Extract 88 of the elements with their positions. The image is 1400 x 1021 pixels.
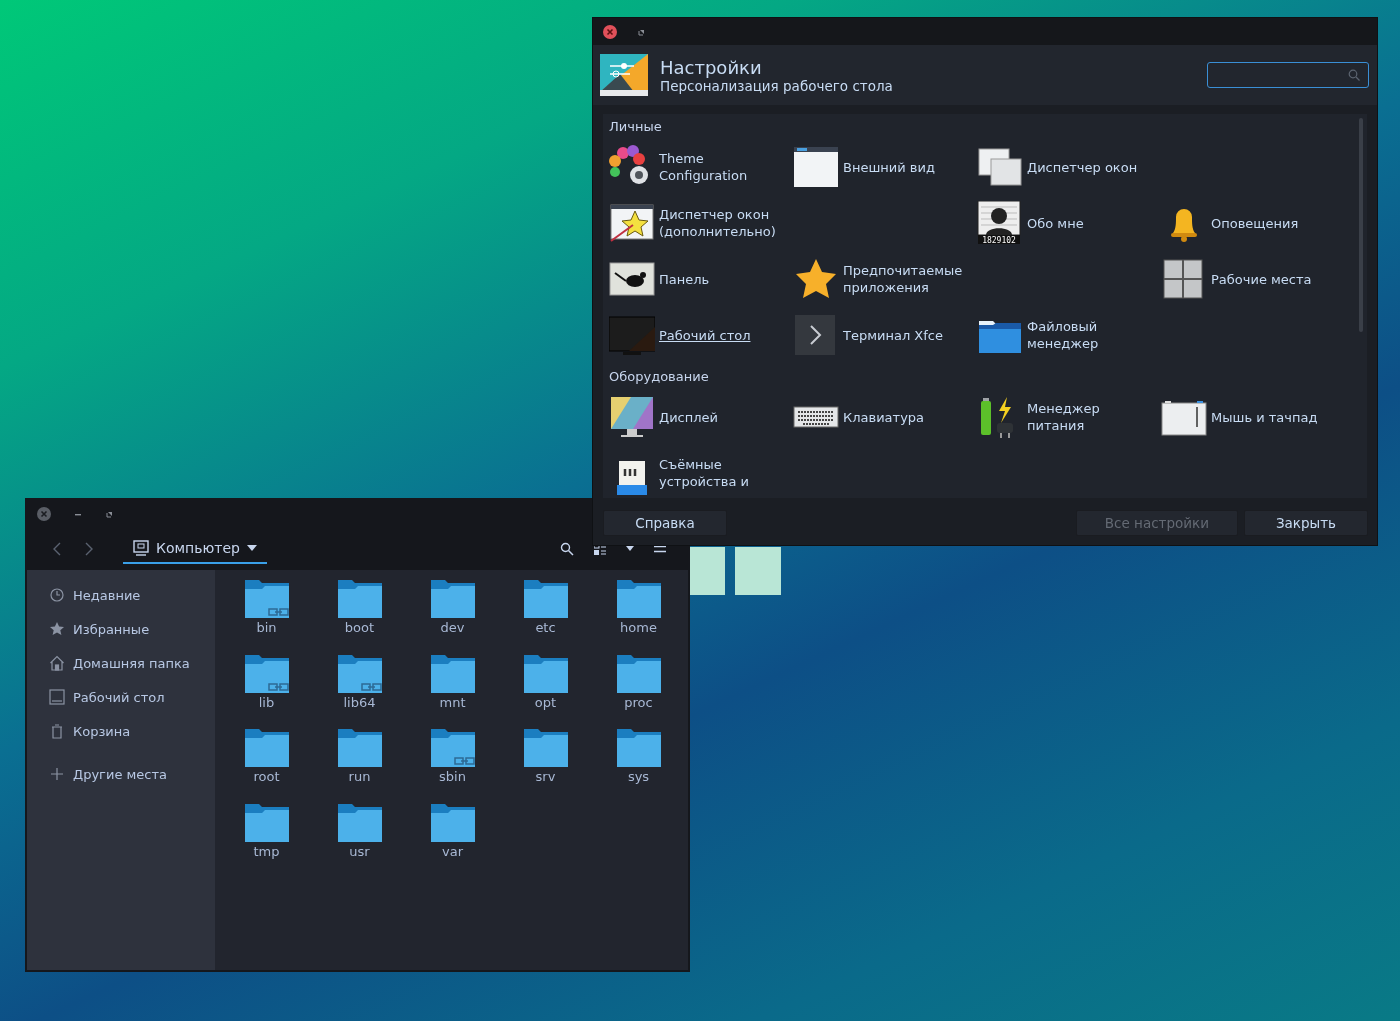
window-star-icon (609, 201, 655, 245)
settings-item[interactable]: Терминал Xfce (793, 307, 977, 363)
display-icon (609, 395, 655, 439)
folder-icon (430, 652, 475, 693)
settings-item[interactable]: Оповещения (1161, 195, 1345, 251)
settings-item[interactable]: Файловый менеджер (977, 307, 1161, 363)
sidebar-item[interactable]: Избранные (27, 612, 215, 646)
star-icon (49, 621, 65, 637)
window-icon (793, 145, 839, 189)
folder-icon (430, 801, 475, 842)
folder-item[interactable]: root (220, 727, 313, 802)
back-icon[interactable] (51, 540, 63, 557)
settings-item[interactable]: Съёмные устройства и (609, 445, 793, 498)
folder-item[interactable]: lib (220, 652, 313, 727)
settings-item[interactable]: Рабочие места (1161, 251, 1345, 307)
folder-item[interactable]: run (313, 727, 406, 802)
settings-item[interactable]: Theme Configuration (609, 139, 793, 195)
folder-item[interactable]: lib64 (313, 652, 406, 727)
portrait-caption: 1829102 (982, 236, 1016, 245)
settings-item[interactable]: Диспетчер окон (дополнительно) (609, 195, 793, 251)
menu-icon[interactable] (654, 544, 666, 553)
settings-item[interactable]: Диспетчер окон (977, 139, 1161, 195)
folder-icon (337, 578, 382, 618)
clock-icon (49, 587, 65, 603)
folder-item[interactable]: sys (592, 727, 685, 802)
desktop-icon (49, 689, 65, 705)
dropdown-icon (246, 544, 257, 551)
folder-item[interactable]: usr (313, 801, 406, 876)
folder-item[interactable]: boot (313, 578, 406, 653)
folder-item[interactable]: proc (592, 652, 685, 727)
settings-item[interactable]: Мышь и тачпад (1161, 389, 1345, 445)
settings-item[interactable]: Клавиатура (793, 389, 977, 445)
folder-icon (523, 727, 568, 767)
dialog-button[interactable]: Закрыть (1244, 510, 1368, 536)
folder-icon (616, 727, 661, 767)
settings-item[interactable]: Рабочий стол (609, 307, 793, 363)
forward-icon[interactable] (83, 540, 95, 557)
folder-item[interactable]: bin (220, 578, 313, 653)
search-icon (1348, 69, 1360, 81)
folder-item[interactable]: srv (499, 727, 592, 802)
section-title: Оборудование (609, 369, 710, 386)
windows-icon (977, 145, 1023, 189)
window-fragment (735, 547, 781, 595)
window-fragment (690, 547, 725, 595)
folder-icon (616, 578, 661, 618)
folder-icon (616, 652, 661, 693)
settings-item[interactable]: Дисплей (609, 389, 793, 445)
folder-icon (430, 578, 475, 618)
settings-item[interactable]: Панель (609, 251, 793, 307)
sidebar-item[interactable]: Рабочий стол (27, 680, 215, 714)
folder-item[interactable]: dev (406, 578, 499, 653)
settings-item[interactable]: Внешний вид (793, 139, 977, 195)
folder-item[interactable]: mnt (406, 652, 499, 727)
computer-icon (133, 539, 149, 556)
search-icon[interactable] (560, 541, 574, 556)
search-field[interactable] (1207, 62, 1369, 88)
folder-item[interactable]: sbin (406, 727, 499, 802)
sidebar-item[interactable]: Домашняя папка (27, 646, 215, 680)
home-icon (49, 655, 65, 671)
sidebar-item[interactable]: Другие места (27, 757, 215, 791)
monitor-icon (609, 313, 655, 357)
settings-item[interactable]: 1829102 Обо мне (977, 195, 1161, 251)
plus-icon (49, 766, 65, 782)
folder-item[interactable]: opt (499, 652, 592, 727)
folder-item[interactable]: tmp (220, 801, 313, 876)
window-subtitle: Персонализация рабочего стола (660, 77, 893, 94)
window-title: Настройки (660, 56, 763, 78)
portrait-icon (977, 201, 1021, 244)
folder-item[interactable]: home (592, 578, 685, 653)
trash-icon (49, 723, 65, 739)
close-icon[interactable] (37, 506, 51, 521)
folder-icon (337, 727, 382, 767)
dialog-button[interactable]: Справка (603, 510, 727, 536)
folder-icon (244, 727, 289, 767)
settings-item[interactable]: Менеджер питания (977, 389, 1161, 445)
folder-icon (337, 801, 382, 842)
sidebar-item[interactable]: Недавние (27, 578, 215, 612)
folder-icon (523, 652, 568, 693)
settings-app-icon (600, 54, 648, 96)
folder-item[interactable]: etc (499, 578, 592, 653)
sidebar-item[interactable]: Корзина (27, 714, 215, 748)
folder-item[interactable]: var (406, 801, 499, 876)
close-icon[interactable] (603, 24, 617, 39)
location-button[interactable]: Компьютер (123, 533, 267, 564)
folder-icon (523, 578, 568, 618)
section-title: Личные (609, 119, 663, 136)
settings-item[interactable]: Предпочитаемые приложения (793, 251, 977, 307)
folder-icon (244, 801, 289, 842)
